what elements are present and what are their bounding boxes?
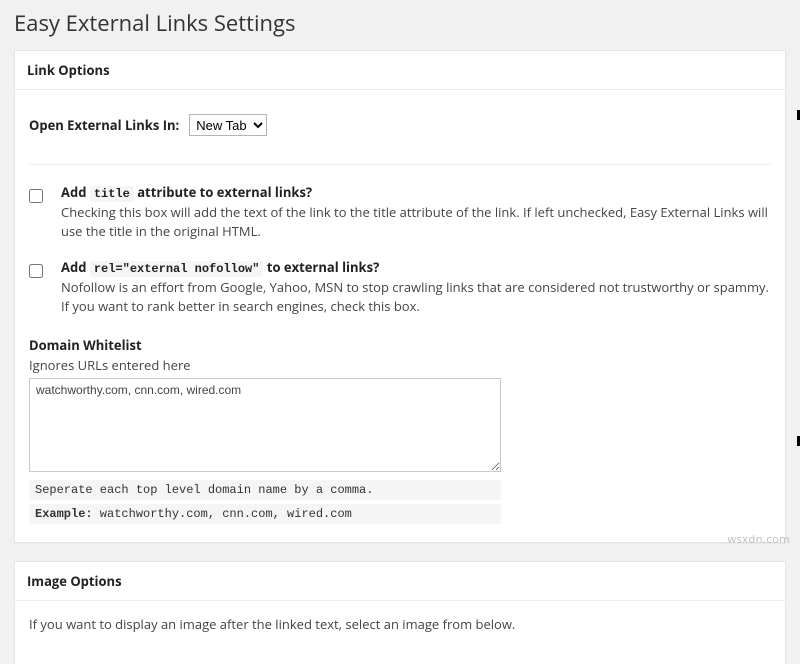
watermark: wsxdn.com xyxy=(728,532,790,547)
link-options-panel: Link Options Open External Links In: New… xyxy=(14,50,786,543)
whitelist-sub: Ignores URLs entered here xyxy=(29,356,771,374)
open-in-select[interactable]: New Tab xyxy=(189,114,267,136)
rel-attr-code: rel="external nofollow" xyxy=(90,261,264,277)
rel-attr-row: Add rel="external nofollow" to external … xyxy=(29,240,771,315)
open-in-row: Open External Links In: New Tab xyxy=(29,104,771,165)
whitelist-textarea[interactable] xyxy=(29,378,501,472)
rel-attr-desc: Nofollow is an effort from Google, Yahoo… xyxy=(61,278,771,316)
title-attr-desc: Checking this box will add the text of t… xyxy=(61,203,771,241)
page-title: Easy External Links Settings xyxy=(0,0,800,50)
image-options-header: Image Options xyxy=(15,562,785,601)
title-attr-row: Add title attribute to external links? C… xyxy=(29,165,771,240)
open-in-label: Open External Links In: xyxy=(29,116,179,134)
link-options-header: Link Options xyxy=(15,51,785,90)
whitelist-block: Domain Whitelist Ignores URLs entered he… xyxy=(29,316,771,524)
title-attr-label: Add title attribute to external links? xyxy=(61,183,771,203)
image-options-panel: Image Options If you want to display an … xyxy=(14,561,786,664)
title-attr-checkbox[interactable] xyxy=(29,189,43,203)
image-options-desc: If you want to display an image after th… xyxy=(29,615,771,647)
rel-attr-label: Add rel="external nofollow" to external … xyxy=(61,258,771,278)
title-attr-code: title xyxy=(90,186,134,202)
whitelist-help-separate: Seperate each top level domain name by a… xyxy=(29,480,501,500)
whitelist-title: Domain Whitelist xyxy=(29,336,771,354)
rel-attr-checkbox[interactable] xyxy=(29,264,43,278)
whitelist-help-example: Example: watchworthy.com, cnn.com, wired… xyxy=(29,504,501,524)
